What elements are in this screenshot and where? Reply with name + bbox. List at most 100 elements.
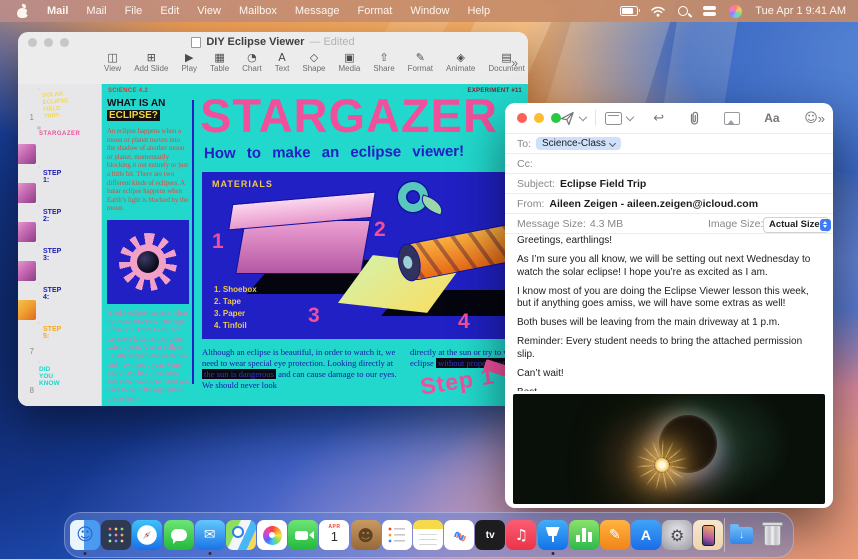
toolbar-button[interactable]: ◇ Shape — [302, 52, 325, 73]
slide-canvas[interactable]: SCIENCE 4.2 EXPERIMENT #11 WHAT IS AN EC… — [102, 84, 528, 406]
dock-item-maps[interactable] — [226, 520, 256, 550]
dock-item-sep[interactable] — [724, 518, 725, 552]
dock-item-settings[interactable]: ⚙ — [662, 520, 692, 550]
toolbar-button[interactable]: ◔ Chart — [242, 52, 262, 73]
header-fields-button[interactable] — [605, 112, 622, 125]
toolbar-button-label: Play — [181, 64, 197, 73]
body-paragraph: I know most of you are doing the Eclipse… — [517, 286, 821, 311]
toolbar-button-icon: ◇ — [310, 52, 318, 63]
toolbar-button[interactable]: ▶ Play — [181, 52, 197, 73]
dock-item-numbers[interactable] — [569, 520, 599, 550]
toolbar-button[interactable]: ✎ Format — [408, 52, 433, 73]
mail-header-fields: To: Science-Class Cc: Subject: Eclipse F… — [505, 133, 833, 234]
wifi-icon[interactable] — [651, 6, 665, 17]
dock-item-iphone[interactable] — [693, 520, 723, 550]
send-button[interactable] — [560, 111, 575, 126]
app-icon: ♫ — [515, 526, 528, 544]
app-icon: ⚙ — [670, 526, 684, 545]
body-paragraph: Best, Mrs. Zeigen — [517, 387, 821, 392]
dock-item-contacts[interactable]: ☻ — [351, 520, 381, 550]
dock-item-downloads[interactable]: ↓ — [727, 520, 757, 550]
toolbar-button-icon: ⊞ — [147, 52, 156, 63]
app-icon — [171, 529, 187, 541]
slide-thumbnail-s8[interactable]: 8 DID YOU KNOW — [18, 360, 101, 395]
menu-item[interactable]: Mailbox — [239, 5, 277, 17]
window-controls[interactable] — [28, 38, 69, 47]
toolbar-overflow-button[interactable]: » — [818, 111, 825, 126]
apple-menu-icon[interactable] — [17, 4, 29, 18]
attach-button[interactable] — [687, 111, 701, 126]
battery-icon[interactable] — [620, 6, 638, 16]
toolbar-button[interactable]: ◈ Animate — [446, 52, 475, 73]
menu-item[interactable]: Edit — [160, 5, 179, 17]
dock-item-finder[interactable]: ☺ — [70, 520, 100, 550]
dock-item-notes[interactable] — [413, 520, 443, 550]
to-field[interactable]: To: Science-Class — [505, 134, 833, 154]
toolbar-button[interactable]: ◫ View — [104, 52, 121, 73]
menu-item[interactable]: Window — [410, 5, 449, 17]
dock-item-mail[interactable]: ✉ — [195, 520, 225, 550]
toolbar-button[interactable]: ⊞ Add Slide — [134, 52, 168, 73]
mail-toolbar[interactable]: ↩ Aa ☺ » — [505, 103, 833, 133]
toolbar-button[interactable]: ▦ Table — [210, 52, 229, 73]
close-button[interactable] — [28, 38, 37, 47]
send-options-chevron-icon[interactable] — [579, 113, 587, 121]
siri-icon[interactable] — [729, 5, 742, 18]
undo-button[interactable]: ↩ — [653, 112, 664, 125]
dock-item-launchpad[interactable] — [101, 520, 131, 550]
menu-item[interactable]: Help — [467, 5, 490, 17]
format-button[interactable]: Aa — [764, 111, 779, 125]
menu-item[interactable]: Format — [357, 5, 392, 17]
toolbar-button[interactable]: ▣ Media — [339, 52, 361, 73]
material-number: 1 — [212, 230, 224, 254]
dock-item-pages[interactable]: ✎ — [600, 520, 630, 550]
menu-item[interactable]: File — [125, 5, 143, 17]
app-icon — [139, 527, 156, 544]
app-icon — [263, 526, 282, 545]
dock-item-freeform[interactable]: ∿ — [444, 520, 474, 550]
from-value: Aileen Zeigen - aileen.zeigen@icloud.com — [549, 198, 758, 210]
dock-item-trash[interactable] — [758, 520, 788, 550]
zoom-button[interactable] — [60, 38, 69, 47]
header-fields-chevron-icon[interactable] — [625, 113, 633, 121]
dock-item-messages[interactable] — [164, 520, 194, 550]
dock-item-safari[interactable] — [132, 520, 162, 550]
spotlight-search-icon[interactable] — [678, 6, 688, 16]
toolbar-overflow-button[interactable]: » — [511, 56, 518, 70]
token-chevron-icon — [609, 139, 616, 146]
toolbar-button[interactable]: A Text — [275, 52, 290, 73]
close-button[interactable] — [517, 113, 527, 123]
insert-photo-button[interactable] — [724, 112, 740, 125]
minimize-button[interactable] — [534, 113, 544, 123]
materials-label: MATERIALS — [212, 179, 273, 189]
toolbar-button[interactable]: ▤ Document — [488, 52, 524, 73]
recipient-token[interactable]: Science-Class — [536, 137, 621, 150]
cc-field[interactable]: Cc: — [505, 154, 833, 174]
eclipse-photo-attachment[interactable] — [513, 394, 825, 504]
dock-item-photos[interactable] — [257, 520, 287, 550]
menu-app-name[interactable]: Mail — [47, 5, 68, 17]
menu-clock[interactable]: Tue Apr 1 9:41 AM — [755, 5, 846, 17]
menu-item[interactable]: Mail — [86, 5, 106, 17]
slide-navigator[interactable]: 1 SOLAR ECLIPSE FIELD TRIP! 2 STARGAZER … — [18, 84, 102, 406]
image-size-select[interactable]: Actual Size — [763, 217, 829, 233]
control-center-icon[interactable] — [703, 6, 716, 10]
minimize-button[interactable] — [44, 38, 53, 47]
emoji-button[interactable]: ☺ — [804, 111, 818, 126]
menu-item[interactable]: View — [197, 5, 221, 17]
dock-item-keynote[interactable] — [538, 520, 568, 550]
dock-item-tv[interactable]: tv — [475, 520, 505, 550]
subject-field[interactable]: Subject: Eclipse Field Trip — [505, 174, 833, 194]
slide-thumbnail-s1[interactable]: 1 SOLAR ECLIPSE FIELD TRIP! — [18, 87, 101, 122]
from-field[interactable]: From: Aileen Zeigen - aileen.zeigen@iclo… — [505, 194, 833, 214]
slide-thumbnail-s7[interactable]: 7 STEP 5: — [18, 321, 101, 356]
menu-item[interactable]: Message — [295, 5, 340, 17]
keynote-titlebar[interactable]: DIY Eclipse Viewer — Edited — [18, 32, 528, 52]
dock-item-appstore[interactable]: A — [631, 520, 661, 550]
dock-item-reminders[interactable] — [382, 520, 412, 550]
dock-item-music[interactable]: ♫ — [506, 520, 536, 550]
message-body[interactable]: Greetings, earthlings!As I’m sure you al… — [517, 235, 821, 391]
toolbar-button[interactable]: ⇧ Share — [373, 52, 394, 73]
dock-item-calendar[interactable]: APR 1 — [319, 520, 349, 550]
dock-item-facetime[interactable] — [288, 520, 318, 550]
